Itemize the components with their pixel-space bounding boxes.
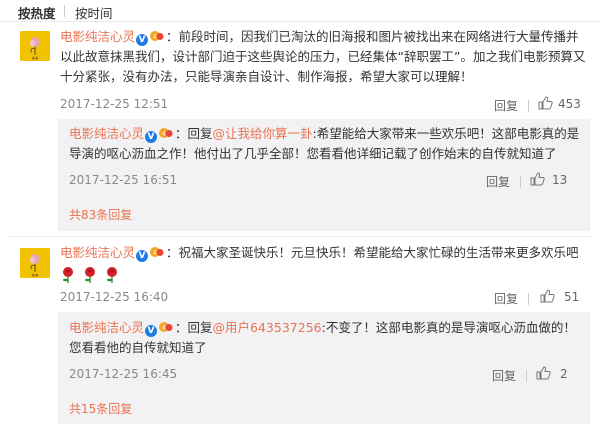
comment-divider <box>10 236 590 237</box>
thumbs-up-icon[interactable] <box>530 172 545 186</box>
tab-sort-by-time[interactable]: 按时间 <box>75 3 113 22</box>
flower-avatar-icon: ❀❀ <box>20 248 50 278</box>
reply-button[interactable]: 回复 <box>486 173 510 190</box>
reply-username[interactable]: 电影纯洁心灵 <box>69 320 144 335</box>
rose-emoji-row <box>60 266 122 284</box>
reply-button[interactable]: 回复 <box>494 290 518 307</box>
reply-text: :希望能给大家带来一些欢乐吧！这部电影真的是导演的呕心沥血之作！他付出了几乎全部… <box>69 126 580 161</box>
comment-timestamp: 2017-12-25 12:51 <box>60 97 169 111</box>
sort-tabbar: 按热度 按时间 <box>0 0 600 22</box>
reply-prefix: ：回复 <box>175 126 213 141</box>
svg-text:4: 4 <box>153 250 157 257</box>
mention-link[interactable]: @让我给你算一卦 <box>213 126 313 141</box>
thumbs-up-icon[interactable] <box>536 366 551 380</box>
action-divider <box>528 293 529 305</box>
comment-timestamp: 2017-12-25 16:40 <box>60 290 169 304</box>
tab-divider <box>64 5 65 17</box>
verified-v-icon: V <box>136 34 149 46</box>
svg-text:4: 4 <box>162 325 166 332</box>
action-divider <box>528 100 529 112</box>
reply-text: :不变了！这部电影真的是导演呕心沥血做的！您看看他的自传就知道了 <box>69 320 576 355</box>
svg-text:❀❀: ❀❀ <box>32 56 39 61</box>
comment-colon: ： <box>166 29 179 44</box>
action-divider <box>526 370 527 382</box>
thumbs-up-icon[interactable] <box>540 289 555 303</box>
reply-button[interactable]: 回复 <box>494 97 518 114</box>
comment-username[interactable]: 电影纯洁心灵 <box>60 245 135 260</box>
reply-button[interactable]: 回复 <box>492 367 516 384</box>
more-replies-link[interactable]: 共15条回复 <box>69 400 132 417</box>
verified-v-icon: V <box>145 325 158 337</box>
comment-text: 祝福大家圣诞快乐！元旦快乐！希望能给大家忙碌的生活带来更多欢乐吧 <box>178 245 579 260</box>
rose-emoji-icon <box>104 266 120 284</box>
like-count: 2 <box>560 367 568 381</box>
comment-colon: ： <box>166 245 179 260</box>
thumbs-up-icon[interactable] <box>538 96 553 110</box>
svg-text:4: 4 <box>153 34 157 41</box>
more-replies-link[interactable]: 共83条回复 <box>69 206 132 223</box>
reply-timestamp: 2017-12-25 16:51 <box>69 173 178 187</box>
action-divider <box>520 176 521 188</box>
comment-content: 电影纯洁心灵 V 4 ：祝福大家圣诞快乐！元旦快乐！希望能给大家忙碌的生活带来更多欢乐… <box>60 243 588 263</box>
like-count: 51 <box>564 290 580 304</box>
verified-v-icon: V <box>136 250 149 262</box>
mention-link[interactable]: @用户643537256 <box>213 320 322 335</box>
vip-crown-icon: 4 <box>158 127 173 139</box>
reply-prefix: ：回复 <box>175 320 213 335</box>
vip-crown-icon: 4 <box>158 321 173 333</box>
like-count: 13 <box>552 173 568 187</box>
vip-crown-icon: 4 <box>149 30 164 42</box>
flower-avatar-icon: ❀❀ <box>20 31 50 61</box>
tab-sort-by-hot[interactable]: 按热度 <box>18 3 56 22</box>
reply-content: 电影纯洁心灵 V 4 ：回复@用户643537256:不变了！这部电影真的是导演呕心沥… <box>69 318 581 358</box>
rose-emoji-icon <box>82 266 98 284</box>
user-avatar[interactable]: ❀❀ <box>20 31 50 61</box>
verified-v-icon: V <box>145 131 158 143</box>
reply-content: 电影纯洁心灵 V 4 ：回复@让我给你算一卦:希望能给大家带来一些欢乐吧！这部电影真的… <box>69 124 581 164</box>
comment-content: 电影纯洁心灵 V 4 ：前段时间，因我们已淘汰的旧海报和图片被找出来在网络进行大量传播… <box>60 27 588 87</box>
rose-emoji-icon <box>60 266 76 284</box>
svg-text:4: 4 <box>162 131 166 138</box>
comment-username[interactable]: 电影纯洁心灵 <box>60 29 135 44</box>
reply-timestamp: 2017-12-25 16:45 <box>69 367 178 381</box>
svg-text:❀❀: ❀❀ <box>32 273 39 278</box>
vip-crown-icon: 4 <box>149 246 164 258</box>
user-avatar[interactable]: ❀❀ <box>20 248 50 278</box>
like-count: 453 <box>558 97 581 111</box>
reply-username[interactable]: 电影纯洁心灵 <box>69 126 144 141</box>
